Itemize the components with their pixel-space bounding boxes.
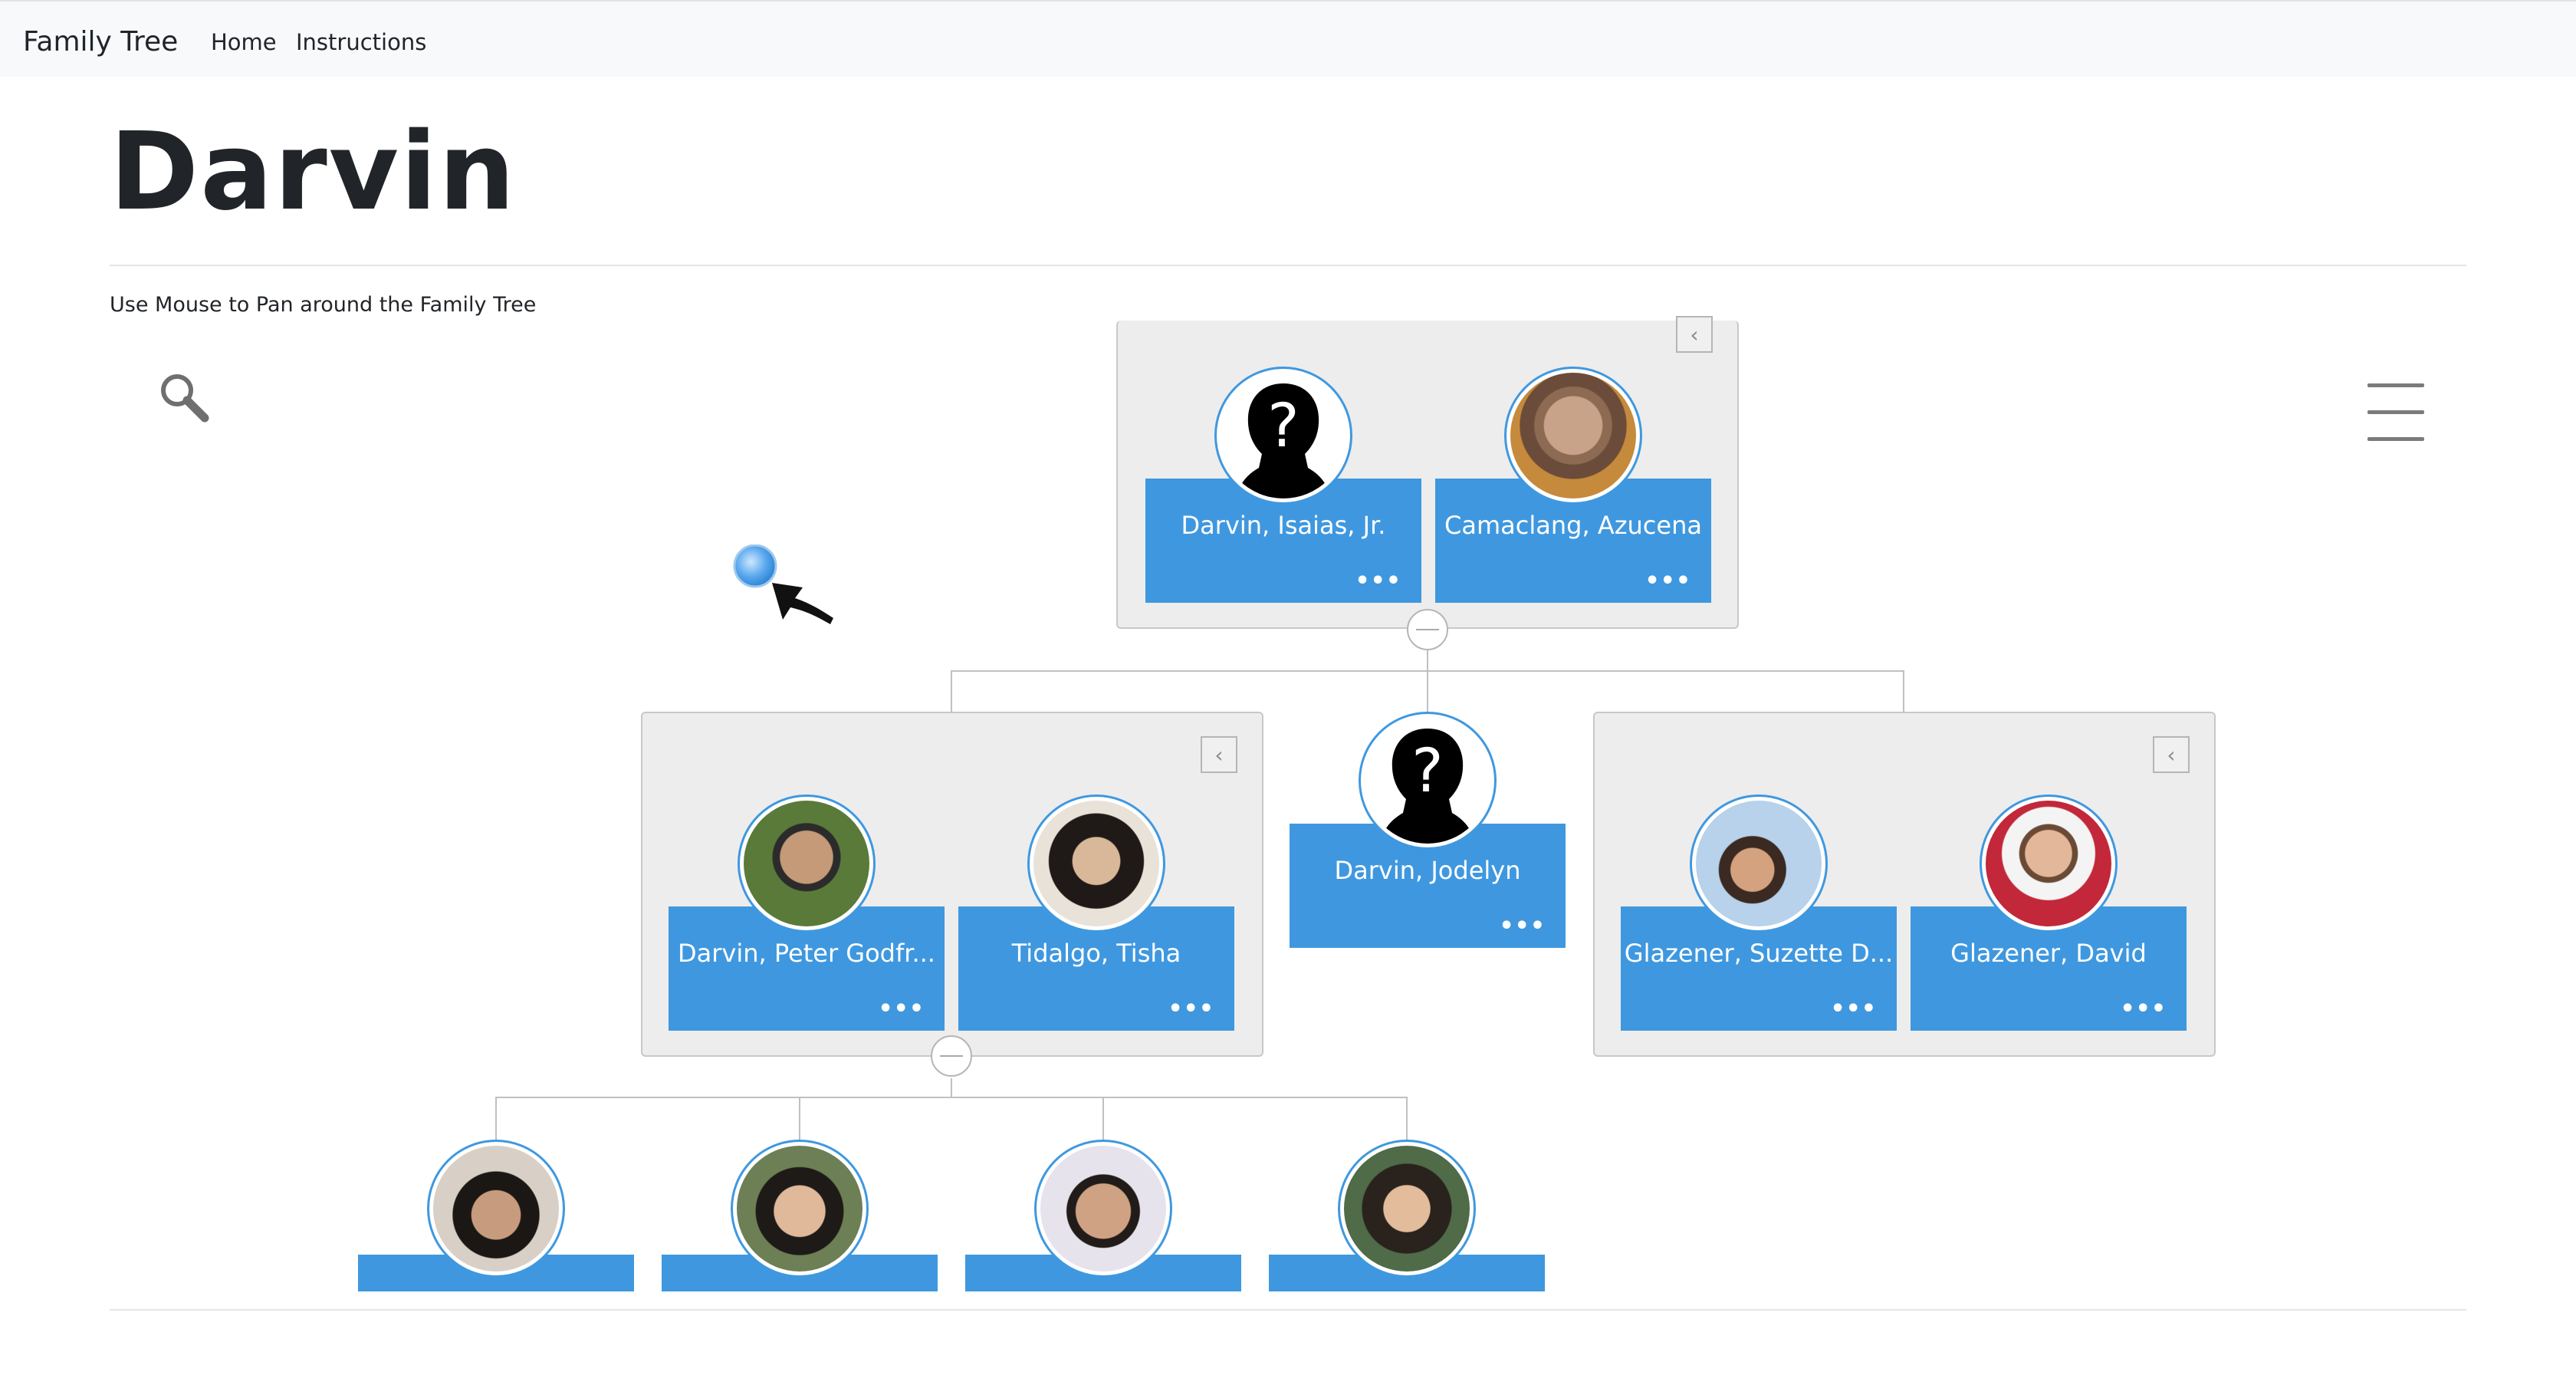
collapse-chevron-icon[interactable]: ‹ — [2153, 736, 2190, 773]
page-title: Darvin — [110, 110, 517, 235]
expand-toggle-button[interactable] — [931, 1035, 972, 1077]
nav-instructions-link[interactable]: Instructions — [296, 29, 426, 55]
connector-line — [951, 670, 952, 713]
divider — [110, 1309, 2466, 1311]
person-card[interactable] — [358, 1140, 634, 1385]
person-card[interactable] — [965, 1140, 1241, 1385]
avatar — [738, 794, 876, 933]
person-photo — [1040, 1146, 1166, 1272]
avatar — [1690, 794, 1828, 933]
hamburger-menu-icon[interactable] — [2367, 382, 2424, 443]
more-options-icon[interactable]: ••• — [1499, 913, 1546, 939]
person-photo — [1986, 801, 2111, 926]
avatar — [731, 1140, 869, 1278]
person-card[interactable]: ? Darvin, Isaias, Jr. ••• — [1145, 367, 1421, 612]
avatar: ? — [1359, 712, 1497, 850]
connector-line — [1903, 670, 1904, 713]
person-name: Darvin, Jodelyn — [1334, 856, 1521, 885]
unknown-person-icon: ? — [1236, 383, 1331, 498]
connector-line — [799, 1097, 800, 1143]
person-photo — [433, 1146, 559, 1272]
person-card[interactable]: Darvin, Peter Godfr... ••• — [669, 794, 945, 1040]
person-card[interactable]: Glazener, Suzette D... ••• — [1621, 794, 1897, 1040]
avatar — [1504, 367, 1642, 505]
avatar — [1338, 1140, 1476, 1278]
expand-toggle-button[interactable] — [1407, 609, 1448, 650]
person-name: Tidalgo, Tisha — [1011, 939, 1181, 968]
person-photo — [1510, 373, 1636, 498]
connector-line — [1102, 1097, 1104, 1143]
unknown-person-icon: ? — [1380, 729, 1475, 844]
svg-text:?: ? — [1267, 392, 1299, 461]
person-name: Darvin, Isaias, Jr. — [1181, 511, 1386, 540]
person-card[interactable]: Tidalgo, Tisha ••• — [958, 794, 1234, 1040]
more-options-icon[interactable]: ••• — [1830, 995, 1877, 1022]
avatar — [1980, 794, 2118, 933]
connector-line — [495, 1097, 497, 1143]
person-card[interactable] — [1269, 1140, 1545, 1385]
person-name: Glazener, Suzette D... — [1624, 939, 1894, 968]
person-photo — [1344, 1146, 1470, 1272]
svg-text:?: ? — [1411, 737, 1443, 806]
collapse-chevron-icon[interactable]: ‹ — [1676, 316, 1713, 353]
connector-line — [1427, 650, 1428, 672]
person-card[interactable]: Glazener, David ••• — [1911, 794, 2187, 1040]
person-name: Glazener, David — [1950, 939, 2147, 968]
more-options-icon[interactable]: ••• — [1355, 567, 1401, 594]
person-photo — [1696, 801, 1822, 926]
nav-home-link[interactable]: Home — [211, 29, 277, 55]
collapse-chevron-icon[interactable]: ‹ — [1201, 736, 1237, 773]
person-photo — [1033, 801, 1159, 926]
person-card[interactable] — [662, 1140, 938, 1385]
connector-line — [495, 1097, 1408, 1098]
avatar: ? — [1214, 367, 1352, 505]
more-options-icon[interactable]: ••• — [878, 995, 925, 1022]
person-photo — [744, 801, 869, 926]
navbar: Family Tree Home Instructions — [0, 0, 2576, 77]
person-card[interactable]: Camaclang, Azucena ••• — [1435, 367, 1711, 612]
divider — [110, 265, 2466, 266]
connector-line — [1427, 670, 1428, 713]
avatar — [427, 1140, 565, 1278]
pan-hint: Use Mouse to Pan around the Family Tree — [110, 293, 537, 317]
more-options-icon[interactable]: ••• — [1168, 995, 1214, 1022]
connector-line — [951, 1078, 952, 1098]
person-name: Darvin, Peter Godfr... — [678, 939, 935, 968]
avatar — [1034, 1140, 1172, 1278]
avatar — [1027, 794, 1165, 933]
more-options-icon[interactable]: ••• — [1644, 567, 1691, 594]
connector-line — [1406, 1097, 1408, 1143]
brand-link[interactable]: Family Tree — [23, 26, 178, 58]
more-options-icon[interactable]: ••• — [2120, 995, 2167, 1022]
person-photo — [737, 1146, 863, 1272]
person-card[interactable]: ? Darvin, Jodelyn ••• — [1290, 712, 1566, 957]
cursor-indicator — [732, 544, 840, 637]
person-name: Camaclang, Azucena — [1444, 511, 1702, 540]
search-icon[interactable] — [157, 370, 211, 424]
